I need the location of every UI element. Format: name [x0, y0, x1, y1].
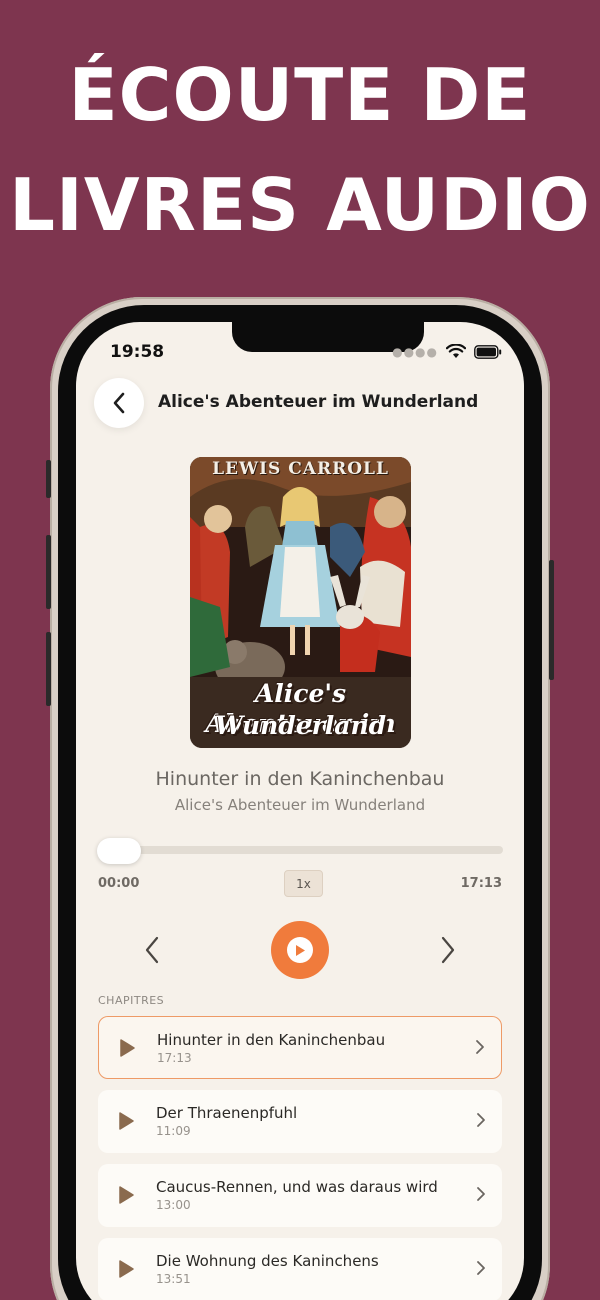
back-button[interactable] [94, 378, 144, 428]
app-screen: 19:58 ●●●● Alice's Abenteuer im Wunderla… [76, 322, 524, 1300]
chapter-duration: 13:00 [156, 1198, 191, 1212]
track-title: Hinunter in den Kaninchenbau [155, 768, 445, 790]
headline-line-1: ÉCOUTE DE [68, 53, 532, 137]
chapter-duration: 11:09 [156, 1124, 191, 1138]
chevron-right-icon [477, 1187, 485, 1201]
headline-line-2: LIVRES AUDIO [9, 163, 591, 247]
chevron-left-icon [145, 936, 159, 964]
play-icon [119, 1112, 134, 1130]
track-book: Alice's Abenteuer im Wunderland [174, 796, 426, 814]
chapter-title: Die Wohnung des Kaninchens [156, 1252, 379, 1270]
wifi-icon [446, 344, 466, 358]
next-chapter-button[interactable] [434, 932, 462, 968]
chapter-item[interactable]: Der Thraenenpfuhl 11:09 [98, 1090, 502, 1153]
book-title: Alice's Abenteuer im Wunderland [158, 392, 479, 412]
chevron-right-icon [477, 1113, 485, 1127]
status-icons: ●●●● [392, 344, 502, 359]
phone-mute-switch [46, 460, 51, 498]
chevron-left-icon [113, 392, 125, 414]
chevron-right-icon [441, 936, 455, 964]
progress-track[interactable] [98, 846, 503, 854]
total-duration: 17:13 [460, 876, 502, 891]
phone-power-button [549, 560, 554, 680]
chapter-item[interactable]: Die Wohnung des Kaninchens 13:51 [98, 1238, 502, 1300]
chapter-duration: 13:51 [156, 1272, 191, 1286]
play-icon [120, 1039, 135, 1057]
phone-volume-up [46, 535, 51, 609]
chevron-right-icon [476, 1040, 484, 1054]
status-time: 19:58 [110, 342, 165, 362]
phone-volume-down [46, 632, 51, 706]
headline: ÉCOUTE DE LIVRES AUDIO [0, 40, 600, 260]
progress-thumb[interactable] [97, 838, 141, 864]
chapter-title: Der Thraenenpfuhl [156, 1104, 298, 1122]
book-cover: LEWIS CARROLL Alice's Abenteuer im Wunde… [190, 457, 411, 748]
chevron-right-icon [477, 1261, 485, 1275]
previous-chapter-button[interactable] [138, 932, 166, 968]
chapters-label: CHAPITRES [98, 994, 165, 1007]
play-icon [119, 1186, 134, 1204]
cover-title-line-2: Wunderland [214, 711, 387, 740]
play-icon [287, 937, 313, 963]
chapter-title: Hinunter in den Kaninchenbau [157, 1031, 386, 1049]
battery-icon [474, 344, 502, 359]
playback-speed-button[interactable]: 1x [284, 870, 323, 897]
chapter-title: Caucus-Rennen, und was daraus wird [156, 1178, 438, 1196]
chapter-duration: 17:13 [157, 1051, 192, 1065]
play-icon [119, 1260, 134, 1278]
chapter-item[interactable]: Caucus-Rennen, und was daraus wird 13:00 [98, 1164, 502, 1227]
cover-author: LEWIS CARROLL [212, 459, 389, 479]
chapter-item[interactable]: Hinunter in den Kaninchenbau 17:13 [98, 1016, 502, 1079]
play-button[interactable] [271, 921, 329, 979]
elapsed-time: 00:00 [98, 876, 140, 891]
signal-dots-icon: ●●●● [392, 344, 438, 359]
